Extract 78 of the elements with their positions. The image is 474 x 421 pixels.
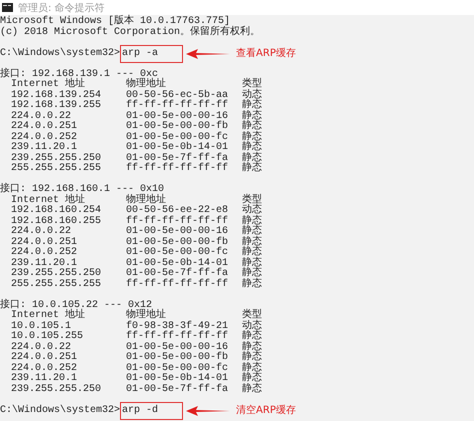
table-cell-text: 239.11.20.1 [11, 143, 78, 153]
table-cell-text: 239.11.20.1 [11, 374, 78, 384]
table-cell-text: 00-50-56-ec-5b-aa [126, 90, 230, 100]
table-cell-text: 255.255.255.255 [11, 280, 102, 290]
table-cell-text: 静态 [242, 384, 263, 395]
window-title: 管理员: 命令提示符 [18, 2, 105, 14]
command-text: arp -a [120, 44, 184, 63]
table-cell-text: 静态 [242, 101, 263, 111]
table-cell-text: 01-00-5e-00-00-16 [126, 342, 230, 352]
table-cell-text: 192.168.160.254 [11, 206, 102, 216]
prompt-text: C:\Windows\system32> [0, 48, 120, 59]
table-cell-text: 224.0.0.251 [11, 238, 78, 248]
table-cell-text: 静态 [242, 353, 263, 363]
table-cell-text: 静态 [242, 227, 263, 237]
table-cell-text: 192.168.160.255 [11, 216, 102, 226]
banner-text: (c) 2018 Microsoft Corporation。保留所有权利。 [0, 28, 262, 38]
table-cell-text: 224.0.0.252 [11, 248, 78, 258]
table-cell-text: 01-00-5e-0b-14-01 [126, 143, 230, 153]
column-header: 物理地址 [126, 311, 166, 321]
table-cell-text: 01-00-5e-7f-ff-fa [126, 384, 230, 395]
table-cell-text: 224.0.0.252 [11, 132, 78, 142]
table-cell-text: 192.168.139.254 [11, 90, 102, 100]
table-cell-text: 01-00-5e-00-00-16 [126, 112, 230, 122]
table-cell-text: 01-00-5e-7f-ff-fa [126, 154, 230, 164]
table-cell-text: 静态 [242, 280, 263, 290]
table-cell-text: 静态 [242, 332, 263, 342]
table-cell-text: 动态 [242, 206, 263, 216]
table-cell-text: 静态 [242, 122, 263, 132]
table-cell-text: 静态 [242, 374, 263, 384]
table-cell-text: 192.168.139.255 [11, 101, 102, 111]
prompt-text: C:\Windows\system32> [0, 406, 120, 416]
table-cell-text: 10.0.105.1 [11, 322, 72, 332]
table-cell-text: 224.0.0.252 [11, 364, 78, 374]
table-cell-text: 239.11.20.1 [11, 258, 78, 268]
table-cell-text: 239.255.255.250 [11, 269, 102, 279]
column-header: 类型 [242, 80, 263, 90]
table-cell-text: f0-98-38-3f-49-21 [126, 322, 230, 332]
table-cell-text: 255.255.255.255 [11, 164, 102, 174]
column-header: Internet 地址 [11, 80, 86, 90]
table-cell-text: ff-ff-ff-ff-ff-ff [126, 164, 230, 174]
column-header: Internet 地址 [11, 196, 86, 206]
table-cell-text: 静态 [242, 248, 263, 258]
terminal-icon [2, 3, 13, 12]
table-cell-text: 静态 [242, 269, 263, 279]
annotation-text: 清空ARP缓存 [236, 406, 296, 416]
table-cell-text: 10.0.105.255 [11, 332, 84, 342]
table-cell-text: 01-00-5e-00-00-fc [126, 248, 230, 258]
table-cell-text: 01-00-5e-00-00-fb [126, 353, 230, 363]
table-cell-text: 静态 [242, 164, 263, 174]
table-cell-text: 01-00-5e-0b-14-01 [126, 258, 230, 268]
column-header: Internet 地址 [11, 311, 86, 321]
table-cell-text: 224.0.0.22 [11, 112, 72, 122]
table-cell-text: 01-00-5e-0b-14-01 [126, 374, 230, 384]
table-cell-text: ff-ff-ff-ff-ff-ff [126, 216, 230, 226]
table-cell-text: 静态 [242, 143, 263, 153]
column-header: 类型 [242, 311, 263, 321]
table-cell-text: 01-00-5e-00-00-fc [126, 364, 230, 374]
table-cell-text: 01-00-5e-00-00-16 [126, 227, 230, 237]
table-cell-text: 224.0.0.251 [11, 353, 78, 363]
table-cell-text: ff-ff-ff-ff-ff-ff [126, 280, 230, 290]
column-header: 物理地址 [126, 196, 166, 206]
table-cell-text: 01-00-5e-00-00-fb [126, 238, 230, 248]
table-cell-text: ff-ff-ff-ff-ff-ff [126, 101, 230, 111]
table-cell-text: 01-00-5e-00-00-fc [126, 132, 230, 142]
table-cell-text: 239.255.255.250 [11, 154, 102, 164]
table-cell-text: 224.0.0.251 [11, 122, 78, 132]
annotation-text: 查看ARP缓存 [236, 48, 296, 59]
table-cell-text: 00-50-56-ee-22-e8 [126, 206, 230, 216]
table-cell-text: 239.255.255.250 [11, 384, 102, 395]
table-cell-text: 01-00-5e-7f-ff-fa [126, 269, 230, 279]
banner-text: Microsoft Windows [版本 10.0.17763.775] [0, 17, 230, 27]
interface-title: 接口: 192.168.160.1 --- 0x10 [0, 185, 164, 195]
table-cell-text: 01-00-5e-00-00-fb [126, 122, 230, 132]
column-header: 物理地址 [126, 80, 166, 90]
table-cell-text: 224.0.0.22 [11, 227, 72, 237]
table-cell-text: 224.0.0.22 [11, 342, 72, 352]
table-cell-text: ff-ff-ff-ff-ff-ff [126, 332, 230, 342]
command-text: arp -d [120, 402, 184, 420]
